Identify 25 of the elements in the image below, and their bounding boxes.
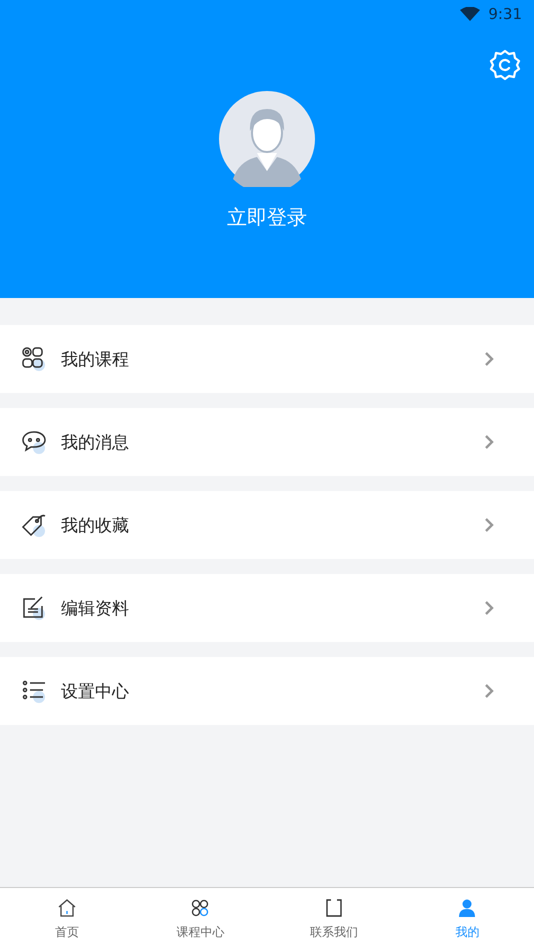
menu-item[interactable]: 我的消息 (0, 408, 534, 476)
grid-icon (190, 898, 210, 918)
avatar[interactable] (219, 91, 315, 187)
settings-icon[interactable] (488, 48, 522, 82)
house-icon (56, 898, 77, 918)
menu-item[interactable]: 编辑资料 (0, 574, 534, 642)
wifi-icon (460, 7, 480, 21)
tag-icon (21, 512, 47, 538)
nav-tab[interactable]: 联系我们 (267, 888, 400, 949)
menu-item[interactable]: 设置中心 (0, 657, 534, 725)
chat-icon (21, 429, 47, 455)
list-icon (21, 678, 47, 704)
chevron-icon (484, 517, 494, 533)
nav-tab[interactable]: 课程中心 (134, 888, 267, 949)
menu-item[interactable]: 我的收藏 (0, 491, 534, 559)
chevron-icon (484, 600, 494, 616)
person-icon (457, 898, 478, 918)
grid-icon (21, 346, 47, 372)
note-icon (21, 595, 47, 621)
chevron-icon (484, 434, 494, 450)
chevron-icon (484, 351, 494, 367)
chevron-icon (484, 683, 494, 699)
nav-tab[interactable]: 首页 (0, 888, 134, 949)
menu-item[interactable]: 我的课程 (0, 325, 534, 393)
status-time: 9:31 (488, 5, 522, 23)
